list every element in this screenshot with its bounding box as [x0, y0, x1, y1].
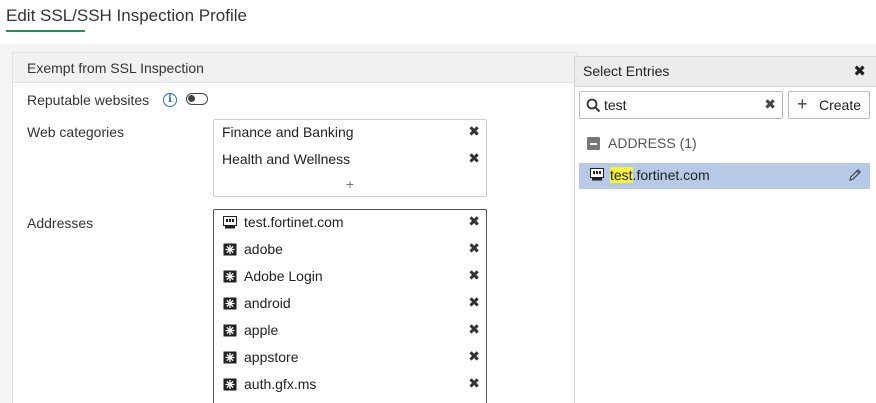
address-name: adobe — [244, 241, 283, 257]
list-item: apple ✖ — [214, 318, 486, 345]
entry-name: test.fortinet.com — [610, 167, 710, 183]
list-item: android ✖ — [214, 291, 486, 318]
web-categories-label: Web categories — [27, 124, 125, 140]
search-box: ✖ — [579, 91, 783, 119]
reputable-websites-label: Reputable websites — [27, 92, 150, 108]
header-bar: Edit SSL/SSH Inspection Profile — [0, 0, 876, 44]
address-group-icon — [223, 324, 237, 337]
create-button[interactable]: + Create — [788, 91, 870, 119]
address-name: test.fortinet.com — [244, 214, 344, 230]
remove-icon[interactable]: ✖ — [468, 348, 480, 365]
list-item: auth.gfx.ms ✖ — [214, 372, 486, 399]
close-icon[interactable]: ✖ — [853, 62, 866, 80]
address-name: auth.gfx.ms — [244, 376, 317, 392]
remove-icon[interactable]: ✖ — [468, 150, 480, 167]
plus-icon: + — [797, 94, 808, 114]
list-item: Health and Wellness ✖ — [214, 147, 486, 174]
clear-search-icon[interactable]: ✖ — [764, 96, 776, 113]
remove-icon[interactable]: ✖ — [468, 123, 480, 140]
remove-icon[interactable]: ✖ — [468, 294, 480, 311]
category-name: Finance and Banking — [222, 124, 354, 140]
section-header: Exempt from SSL Inspection — [13, 53, 577, 83]
select-entries-title: Select Entries — [583, 63, 670, 79]
search-icon — [586, 98, 601, 113]
address-name: android — [244, 295, 291, 311]
remove-icon[interactable]: ✖ — [468, 375, 480, 392]
address-name: Adobe Login — [244, 268, 323, 284]
address-group-icon — [223, 378, 237, 391]
address-group-icon — [223, 297, 237, 310]
group-label: ADDRESS (1) — [608, 135, 697, 151]
address-group-icon — [223, 243, 237, 256]
entry-row-test-fortinet[interactable]: test.fortinet.com — [579, 163, 870, 189]
create-button-label: Create — [819, 97, 862, 113]
address-name: appstore — [244, 349, 299, 365]
reputable-websites-toggle[interactable] — [186, 93, 208, 105]
select-entries-panel: Select Entries ✖ ✖ + Create ADDRESS (1) … — [574, 56, 876, 403]
search-input[interactable] — [604, 96, 754, 114]
collapse-icon[interactable] — [587, 137, 600, 150]
list-item: appstore ✖ — [214, 345, 486, 372]
address-group-icon — [223, 270, 237, 283]
toggle-knob — [188, 95, 195, 102]
remove-icon[interactable]: ✖ — [468, 321, 480, 338]
list-item: Finance and Banking ✖ — [214, 120, 486, 147]
title-underline — [6, 30, 85, 32]
list-item: test.fortinet.com ✖ — [214, 210, 486, 237]
category-name: Health and Wellness — [222, 151, 351, 167]
remove-icon[interactable]: ✖ — [468, 267, 480, 284]
web-categories-list: Finance and Banking ✖ Health and Wellnes… — [213, 119, 487, 197]
pencil-icon[interactable] — [848, 168, 862, 182]
fqdn-address-icon — [223, 216, 237, 229]
addresses-list: test.fortinet.com ✖ adobe ✖ Adobe Login … — [213, 209, 487, 403]
address-group-icon — [223, 351, 237, 364]
section-title: Exempt from SSL Inspection — [27, 60, 204, 76]
remove-icon[interactable]: ✖ — [468, 240, 480, 257]
exempt-section-panel: Exempt from SSL Inspection Reputable web… — [12, 52, 578, 403]
add-category-button[interactable]: + — [214, 174, 486, 196]
address-name: apple — [244, 322, 279, 338]
addresses-label: Addresses — [27, 215, 94, 231]
entry-name-rest: .fortinet.com — [632, 167, 710, 183]
remove-icon[interactable]: ✖ — [468, 213, 480, 230]
info-icon[interactable]: i — [163, 93, 177, 107]
list-item: adobe ✖ — [214, 237, 486, 264]
search-match-highlight: test — [610, 167, 633, 183]
page-title: Edit SSL/SSH Inspection Profile — [6, 6, 247, 25]
list-item: Adobe Login ✖ — [214, 264, 486, 291]
fqdn-address-icon — [590, 168, 604, 181]
select-entries-header: Select Entries ✖ — [575, 57, 876, 87]
